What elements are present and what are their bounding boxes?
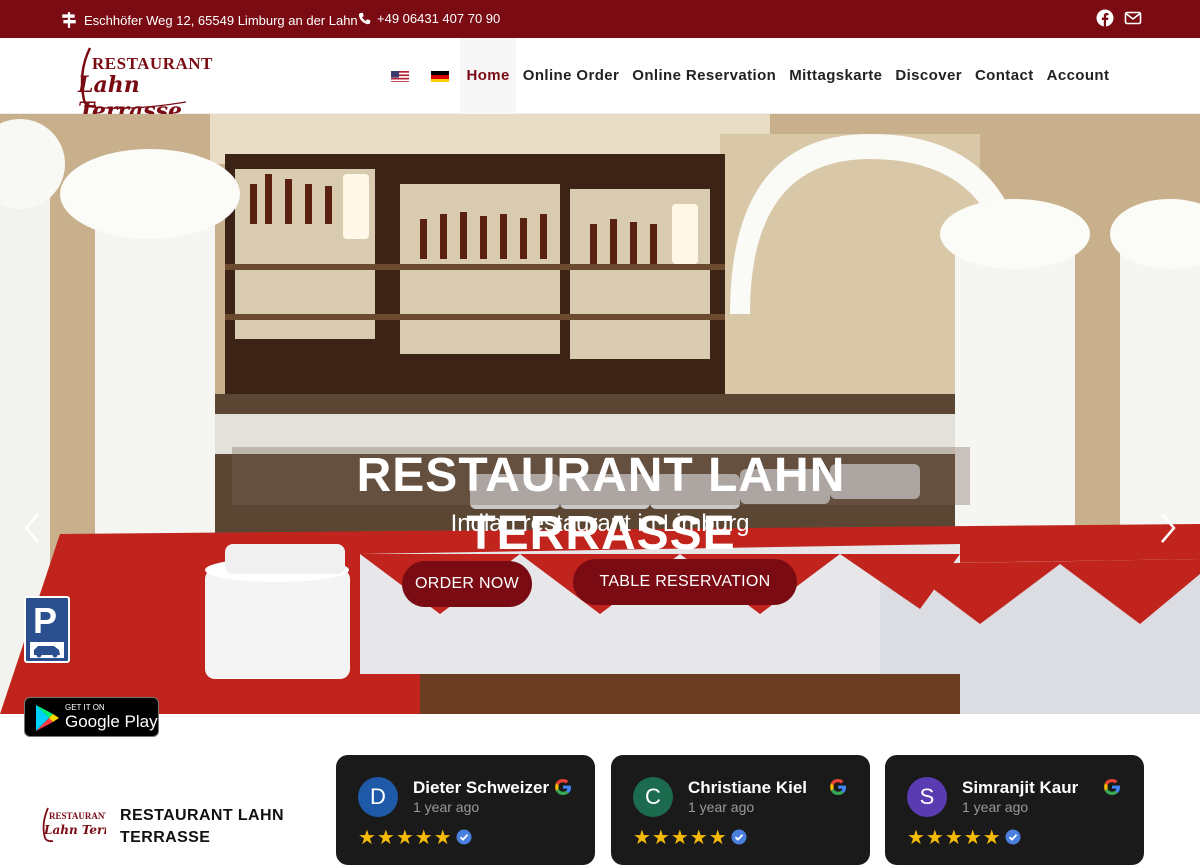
star-rating: ★★★★★ [358, 827, 453, 849]
hero-subtitle: Indian restaurant in Limburg [450, 510, 750, 537]
nav-discover[interactable]: Discover [889, 38, 969, 114]
chevron-right-icon[interactable] [1158, 510, 1178, 546]
social-links [1096, 9, 1142, 27]
hero-title: RESTAURANT LAHN TERRASSE [232, 447, 970, 560]
google-play-small-text: GET IT ON [65, 703, 105, 712]
phone-icon [358, 12, 371, 25]
review-card[interactable]: D Dieter Schweizer 1 year ago ★★★★★ [336, 755, 595, 865]
reviewer-name: Dieter Schweizer [413, 778, 550, 797]
svg-text:RESTAURANT: RESTAURANT [49, 811, 106, 821]
signpost-icon [62, 12, 76, 28]
phone[interactable]: +49 06431 407 70 90 [358, 11, 500, 26]
phone-text: +49 06431 407 70 90 [377, 11, 501, 26]
review-card[interactable]: S Simranjit Kaur 1 year ago ★★★★★ [885, 755, 1144, 865]
avatar: D [358, 777, 398, 817]
facebook-icon[interactable] [1096, 9, 1114, 27]
google-icon [830, 779, 846, 795]
business-summary: RESTAURANT Lahn Terrasse RESTAURANT LAHN… [40, 790, 320, 850]
review-time: 1 year ago [962, 799, 1029, 815]
business-name-line2: TERRASSE [120, 829, 211, 846]
nav-contact[interactable]: Contact [968, 38, 1040, 114]
google-play-badge[interactable]: GET IT ON Google Play [24, 697, 159, 737]
google-icon [555, 779, 571, 795]
business-name: RESTAURANT LAHN TERRASSE [120, 805, 284, 849]
logo-line1: RESTAURANT [92, 54, 213, 73]
nav-account[interactable]: Account [1040, 38, 1116, 114]
address-text: Eschhöfer Weg 12, 65549 Limburg an der L… [84, 12, 358, 28]
site-header: RESTAURANT Lahn Terrasse Home Online Ord… [0, 38, 1200, 124]
order-now-button[interactable]: ORDER NOW [402, 561, 532, 607]
avatar: C [633, 777, 673, 817]
hero-slider: RESTAURANT LAHN TERRASSE Indian restaura… [0, 114, 1200, 714]
avatar: S [907, 777, 947, 817]
review-time: 1 year ago [688, 799, 755, 815]
nav-online-reservation[interactable]: Online Reservation [626, 38, 783, 114]
verified-badge-icon [731, 829, 747, 845]
star-rating: ★★★★★ [633, 827, 728, 849]
table-reservation-button[interactable]: TABLE RESERVATION [573, 559, 797, 605]
reviewer-name: Simranjit Kaur [962, 778, 1079, 797]
verified-badge-icon [456, 829, 472, 845]
us-flag-icon[interactable] [391, 70, 409, 82]
business-name-line1: RESTAURANT LAHN [120, 807, 284, 824]
main-nav: Home Online Order Online Reservation Mit… [380, 38, 1116, 114]
nav-home[interactable]: Home [460, 38, 517, 114]
address[interactable]: Eschhöfer Weg 12, 65549 Limburg an der L… [60, 11, 358, 29]
mail-icon[interactable] [1124, 9, 1142, 27]
review-card[interactable]: C Christiane Kiel 1 year ago ★★★★★ [611, 755, 870, 865]
review-time: 1 year ago [413, 799, 480, 815]
nav-mittagskarte[interactable]: Mittagskarte [783, 38, 889, 114]
parking-icon: P [30, 600, 64, 658]
parking-badge[interactable]: P [24, 596, 70, 663]
google-play-icon [36, 705, 59, 731]
google-icon [1104, 779, 1120, 795]
business-logo-icon: RESTAURANT Lahn Terrasse [42, 807, 106, 843]
restaurant-logo[interactable]: RESTAURANT Lahn Terrasse [76, 42, 212, 124]
google-play-big-text: Google Play [65, 712, 158, 731]
top-bar: Eschhöfer Weg 12, 65549 Limburg an der L… [0, 0, 1200, 38]
hero-background-image [0, 114, 1200, 714]
reviewer-name: Christiane Kiel [688, 778, 808, 797]
de-flag-icon[interactable] [431, 70, 449, 82]
verified-badge-icon [1005, 829, 1021, 845]
star-rating: ★★★★★ [907, 827, 1002, 849]
chevron-left-icon[interactable] [22, 510, 42, 546]
svg-text:P: P [33, 600, 57, 641]
svg-text:Lahn Terrasse: Lahn Terrasse [43, 823, 106, 837]
nav-online-order[interactable]: Online Order [516, 38, 626, 114]
